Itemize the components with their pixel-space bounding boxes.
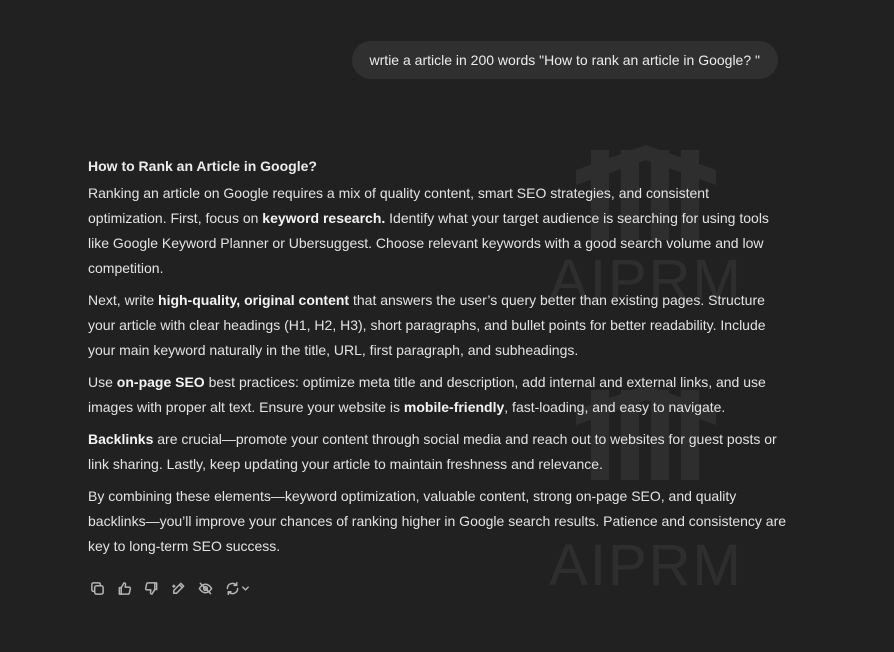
copy-icon xyxy=(91,582,104,595)
edit-button[interactable] xyxy=(167,578,190,599)
bold-text: high-quality, original content xyxy=(158,292,350,308)
regenerate-icon xyxy=(226,581,238,596)
user-message-text: wrtie a article in 200 words "How to ran… xyxy=(369,52,760,68)
response-title: How to Rank an Article in Google? xyxy=(88,158,317,174)
paragraph-text: Next, write xyxy=(88,292,159,308)
response-paragraph: Use on-page SEO best practices: optimize… xyxy=(88,370,788,420)
assistant-response: How to Rank an Article in Google? Rankin… xyxy=(88,155,788,566)
edit-icon xyxy=(172,582,185,594)
copy-button[interactable] xyxy=(86,578,109,599)
thumbs-down-button[interactable] xyxy=(140,578,163,599)
user-message-bubble: wrtie a article in 200 words "How to ran… xyxy=(351,41,778,79)
response-action-bar xyxy=(86,578,253,599)
response-paragraph: Ranking an article on Google requires a … xyxy=(88,181,788,281)
thumbs-down-icon xyxy=(144,582,158,595)
bold-text: Backlinks xyxy=(88,431,154,447)
thumbs-up-button[interactable] xyxy=(113,578,136,599)
bold-text: mobile-friendly xyxy=(403,399,505,415)
response-paragraph: Next, write high-quality, original conte… xyxy=(88,288,788,363)
thumbs-up-icon xyxy=(118,582,132,595)
response-paragraph: By combining these elements—keyword opti… xyxy=(88,484,788,559)
paragraph-text: are crucial—promote your content through… xyxy=(88,431,777,472)
response-body: Ranking an article on Google requires a … xyxy=(88,181,788,559)
paragraph-text: , fast-loading, and easy to navigate. xyxy=(504,399,726,415)
chevron-down-icon xyxy=(241,586,249,591)
hide-button[interactable] xyxy=(194,578,217,599)
regenerate-button[interactable] xyxy=(221,578,253,599)
paragraph-text: By combining these elements—keyword opti… xyxy=(88,488,787,554)
bold-text: on-page SEO xyxy=(116,374,205,390)
paragraph-text: Use xyxy=(88,374,117,390)
hide-icon xyxy=(198,582,213,595)
bold-text: keyword research. xyxy=(262,210,386,226)
response-paragraph: Backlinks are crucial—promote your conte… xyxy=(88,427,788,477)
